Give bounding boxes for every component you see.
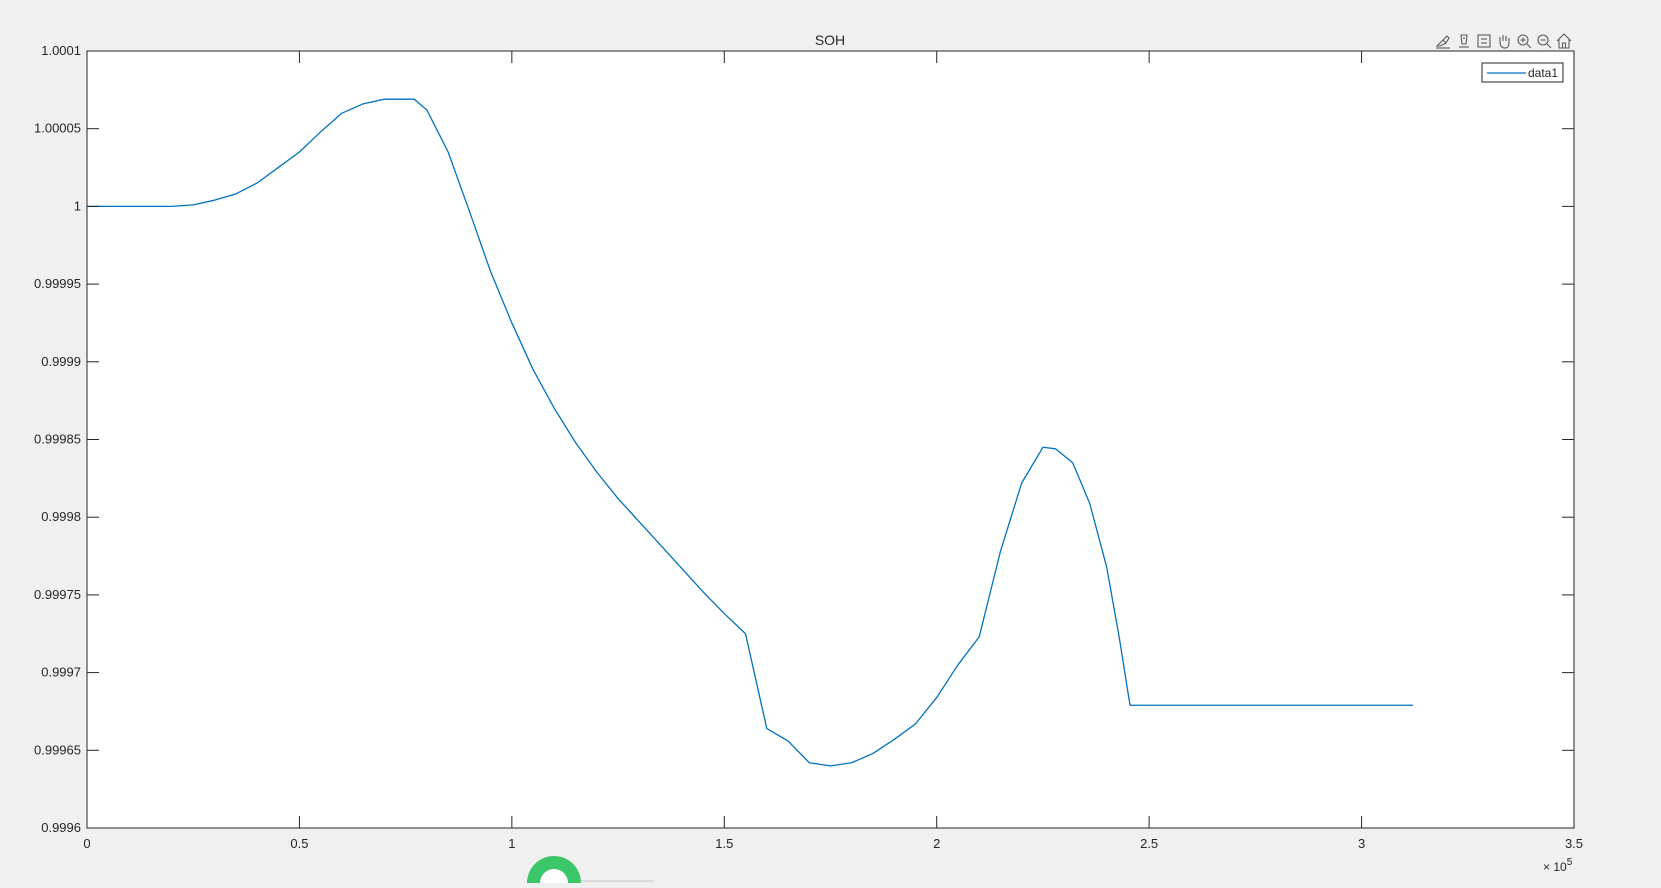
y-axis-tick-labels: 0.9996 0.99965 0.9997 0.99975 0.9998 0.99985 0…	[34, 43, 81, 835]
y-tick-label: 0.99985	[34, 432, 81, 447]
data-tips-icon[interactable]	[1455, 32, 1473, 50]
x-axis-exponent-base: × 10	[1543, 860, 1567, 874]
x-tick-label: 3	[1358, 836, 1365, 851]
zoom-out-icon[interactable]	[1535, 32, 1553, 50]
y-tick-label: 0.9998	[41, 509, 81, 524]
legend-entry-data1: data1	[1528, 66, 1558, 80]
x-axis-tick-labels: 0 0.5 1 1.5 2 2.5 3 3.5	[83, 836, 1583, 851]
x-tick-label: 1.5	[715, 836, 733, 851]
y-tick-label: 0.99995	[34, 276, 81, 291]
axes-area[interactable]	[87, 51, 1574, 828]
y-tick-label: 0.9997	[41, 665, 81, 680]
x-tick-label: 0.5	[290, 836, 308, 851]
legend[interactable]: data1	[1481, 62, 1564, 83]
y-tick-label: 0.9996	[41, 820, 81, 835]
x-axis-exponent: × 105	[1543, 857, 1573, 874]
restore-view-icon[interactable]	[1475, 32, 1493, 50]
y-tick-label: 0.99975	[34, 587, 81, 602]
x-tick-label: 2	[933, 836, 940, 851]
y-tick-label: 1.0001	[41, 43, 81, 58]
y-tick-label: 1	[74, 198, 81, 213]
x-tick-label: 3.5	[1565, 836, 1583, 851]
brush-icon[interactable]	[1434, 32, 1452, 50]
x-tick-label: 1	[508, 836, 515, 851]
pan-icon[interactable]	[1495, 32, 1513, 50]
home-icon[interactable]	[1555, 32, 1573, 50]
x-tick-label: 0	[83, 836, 90, 851]
y-tick-label: 0.99965	[34, 742, 81, 757]
y-tick-label: 1.00005	[34, 121, 81, 136]
chart-title: SOH	[815, 32, 845, 48]
zoom-in-icon[interactable]	[1515, 32, 1533, 50]
x-axis-exponent-power: 5	[1567, 857, 1573, 868]
axes-toolbar	[1434, 32, 1573, 50]
recording-indicator[interactable]	[527, 856, 655, 883]
y-tick-label: 0.9999	[41, 354, 81, 369]
figure-window: SOH 0.9996 0.99965 0.9997 0.99975 0.9998 0.99…	[0, 0, 1661, 883]
soh-line-chart: SOH 0.99960.999650.99970.999750.99980.99…	[34, 32, 1583, 883]
x-tick-label: 2.5	[1140, 836, 1158, 851]
